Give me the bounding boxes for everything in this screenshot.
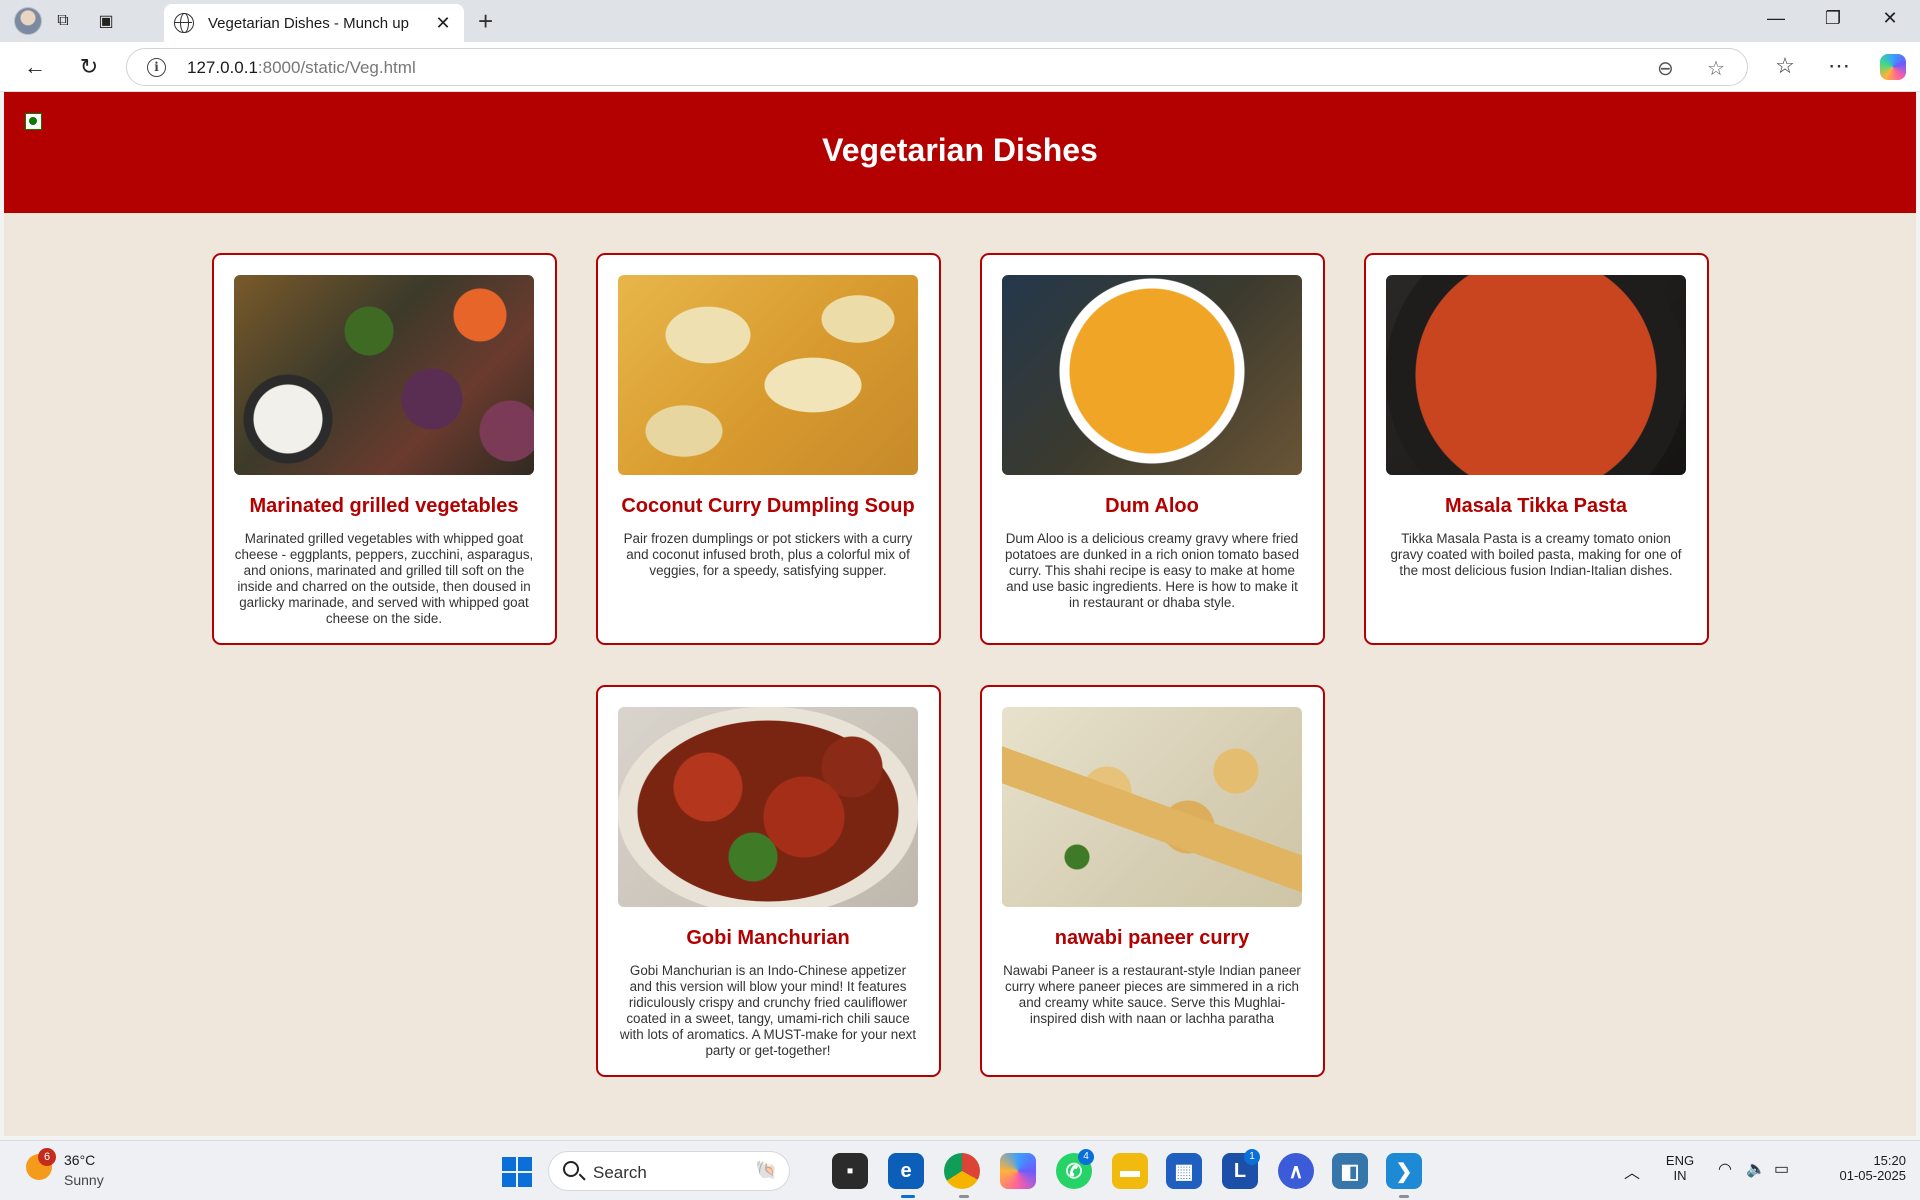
- copilot-icon[interactable]: [1880, 54, 1906, 80]
- vscode-icon[interactable]: ❯: [1386, 1153, 1422, 1189]
- dish-title: Gobi Manchurian: [686, 927, 850, 949]
- url-field[interactable]: i 127.0.0.1:8000/static/Veg.html ⊖ ☆: [126, 48, 1748, 86]
- back-icon[interactable]: ←: [22, 54, 48, 80]
- page-content: Vegetarian Dishes Marinated grilled vege…: [4, 92, 1916, 1136]
- browser-tab-active[interactable]: Vegetarian Dishes - Munch up ✕: [164, 4, 464, 42]
- file-explorer-icon[interactable]: ▬: [1112, 1153, 1148, 1189]
- store-icon[interactable]: ▦: [1166, 1153, 1202, 1189]
- workspaces-icon[interactable]: ⧉: [52, 10, 74, 32]
- volume-icon[interactable]: 🔈: [1746, 1159, 1766, 1179]
- refresh-icon[interactable]: ↻: [76, 54, 102, 80]
- dish-description: Nawabi Paneer is a restaurant-style Indi…: [1003, 963, 1301, 1026]
- chrome-icon[interactable]: [944, 1153, 980, 1189]
- weather-temperature: 36°C: [64, 1152, 96, 1168]
- search-highlight-icon: 🐚: [755, 1160, 778, 1180]
- python-icon[interactable]: ◧: [1332, 1153, 1368, 1189]
- vpn-app-icon[interactable]: ∧: [1278, 1153, 1314, 1189]
- site-info-icon[interactable]: i: [147, 58, 166, 77]
- dish-card[interactable]: Masala Tikka Pasta Tikka Masala Pasta is…: [1364, 253, 1709, 645]
- dish-description: Pair frozen dumplings or pot stickers wi…: [623, 531, 913, 578]
- dish-image: [1002, 275, 1302, 475]
- dish-title: Marinated grilled vegetables: [249, 495, 519, 517]
- veg-symbol-icon: [25, 113, 42, 130]
- dish-image: [618, 707, 918, 907]
- dish-card[interactable]: nawabi paneer curry Nawabi Paneer is a r…: [980, 685, 1325, 1077]
- favorite-star-icon[interactable]: ☆: [1707, 56, 1725, 81]
- l-app-badge: 1: [1244, 1149, 1260, 1165]
- chrome-running-indicator: [959, 1195, 969, 1198]
- clock-time: 15:20: [1873, 1153, 1906, 1168]
- copilot-app-icon[interactable]: [1000, 1153, 1036, 1189]
- new-tab-button[interactable]: +: [478, 6, 493, 37]
- more-options-icon[interactable]: ⋯: [1825, 53, 1853, 79]
- dish-card[interactable]: Gobi Manchurian Gobi Manchurian is an In…: [596, 685, 941, 1077]
- wifi-icon[interactable]: ◠: [1718, 1159, 1732, 1179]
- favorites-icon[interactable]: ☆: [1771, 53, 1799, 79]
- edge-active-indicator: [901, 1195, 915, 1198]
- task-view-icon[interactable]: ▪: [832, 1153, 868, 1189]
- language-code: ENG: [1665, 1153, 1695, 1168]
- minimize-button[interactable]: —: [1764, 8, 1788, 29]
- dish-card[interactable]: Marinated grilled vegetables Marinated g…: [212, 253, 557, 645]
- dish-title: Dum Aloo: [1105, 495, 1199, 517]
- battery-icon[interactable]: ▭: [1774, 1159, 1789, 1179]
- dish-description: Dum Aloo is a delicious creamy gravy whe…: [1004, 531, 1300, 610]
- clock[interactable]: 15:20 01-05-2025: [1810, 1153, 1907, 1183]
- search-icon: [563, 1161, 579, 1177]
- edge-icon[interactable]: e: [888, 1153, 924, 1189]
- show-hidden-icons-chevron-up-icon[interactable]: ︿: [1624, 1159, 1640, 1183]
- profile-avatar[interactable]: [14, 7, 42, 35]
- dish-description: Gobi Manchurian is an Indo-Chinese appet…: [619, 963, 917, 1058]
- dish-image: [618, 275, 918, 475]
- dish-description: Marinated grilled vegetables with whippe…: [234, 531, 534, 626]
- search-placeholder: Search: [593, 1163, 647, 1182]
- taskbar-search[interactable]: Search 🐚: [548, 1151, 790, 1191]
- tab-title: Vegetarian Dishes - Munch up: [208, 14, 409, 32]
- dish-card[interactable]: Coconut Curry Dumpling Soup Pair frozen …: [596, 253, 941, 645]
- language-indicator[interactable]: ENG IN: [1664, 1153, 1696, 1183]
- weather-condition: Sunny: [64, 1172, 104, 1188]
- dish-title: nawabi paneer curry: [1054, 927, 1250, 949]
- dish-title: Masala Tikka Pasta: [1445, 495, 1627, 517]
- dish-title: Coconut Curry Dumpling Soup: [621, 495, 915, 517]
- browser-tab-bar: ⧉ ▣ Vegetarian Dishes - Munch up ✕ + — ❐…: [0, 0, 1920, 42]
- dish-description: Tikka Masala Pasta is a creamy tomato on…: [1390, 531, 1682, 578]
- whatsapp-badge: 4: [1078, 1149, 1094, 1165]
- url-text: 127.0.0.1:8000/static/Veg.html: [187, 58, 416, 77]
- dish-image: [234, 275, 534, 475]
- region-code: IN: [1673, 1168, 1687, 1183]
- dish-image: [1386, 275, 1686, 475]
- page-title: Vegetarian Dishes: [822, 132, 1098, 168]
- windows-start-icon[interactable]: [502, 1157, 532, 1187]
- vertical-tabs-icon[interactable]: ▣: [95, 10, 117, 32]
- zoom-icon[interactable]: ⊖: [1657, 56, 1674, 81]
- vscode-running-indicator: [1399, 1195, 1409, 1198]
- weather-badge: 6: [38, 1148, 56, 1166]
- taskbar: 6 36°C Sunny Search 🐚 ▪ e ✆ 4 ▬ ▦ L 1 ∧ …: [0, 1140, 1920, 1200]
- restore-button[interactable]: ❐: [1821, 8, 1845, 29]
- dish-image: [1002, 707, 1302, 907]
- tab-close-icon[interactable]: ✕: [432, 13, 454, 34]
- address-bar: ← ↻ i 127.0.0.1:8000/static/Veg.html ⊖ ☆…: [0, 42, 1920, 92]
- close-window-button[interactable]: ✕: [1878, 8, 1902, 29]
- page-header: Vegetarian Dishes: [4, 92, 1916, 213]
- clock-date: 01-05-2025: [1839, 1168, 1907, 1183]
- globe-icon: [174, 13, 194, 33]
- dish-card[interactable]: Dum Aloo Dum Aloo is a delicious creamy …: [980, 253, 1325, 645]
